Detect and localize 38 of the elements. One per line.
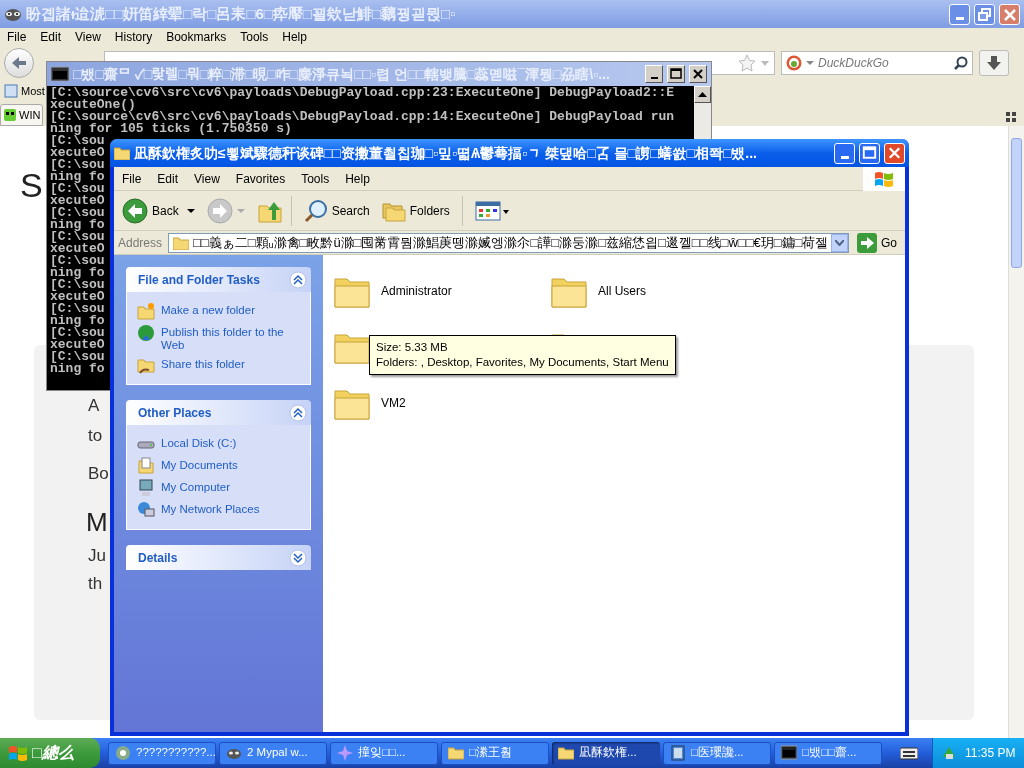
tooltip-text: Folders: , Desktop, Favorites, My Documents, Start Menu bbox=[376, 355, 669, 370]
console-line: ning fo bbox=[50, 315, 105, 327]
console-line: ning fo bbox=[50, 363, 105, 375]
page-subheading: M bbox=[86, 506, 108, 539]
console-line: xecuteO bbox=[50, 243, 105, 255]
console-line: [C:\sou bbox=[50, 183, 105, 195]
console-line: [C:\sou bbox=[50, 327, 105, 339]
clock: 11:35 PM bbox=[965, 745, 1016, 762]
page-text: Bo bbox=[88, 463, 109, 485]
window-title: 凪酥欽権炙叻≤뾯斌驟德秆谈碑□□资擻董쵤칩珈□▫밒▫뗣Ѧ鬱蕚揊▫ᆨ 桀댚哈□叾 믈□謭□蟮쐀□相쫙□뱄... bbox=[134, 143, 758, 163]
page-text: to bbox=[88, 425, 103, 447]
console-line: [C:\source\cv6\src\cv6\payloads\DebugPayload.cpp:14:ExecuteOne] DebugPayload run bbox=[50, 111, 675, 123]
page-text: th bbox=[88, 573, 103, 595]
address-label: Address bbox=[118, 234, 164, 252]
console-line: [C:\sou bbox=[50, 351, 105, 363]
console-line: xecuteO bbox=[50, 147, 105, 159]
console-line: [C:\sou bbox=[50, 279, 105, 291]
console-line: ning fo bbox=[50, 267, 105, 279]
console-line: [C:\sou bbox=[50, 159, 105, 171]
console-line: [C:\sou bbox=[50, 255, 105, 267]
page-text: Ju bbox=[88, 545, 106, 567]
console-line: [C:\sou bbox=[50, 207, 105, 219]
console-line: [C:\sou bbox=[50, 135, 105, 147]
console-line: [C:\sou bbox=[50, 231, 105, 243]
console-line: xecuteOne() bbox=[50, 99, 136, 111]
window-title: □뱄□齋ᄆ ✓□랓렐□뭐□粹□滞□晛□咋□麋淨큐뇍□□▫렵 언□□轄뱆騰□蕊몓嗞¯渾뭥□刕瞎\▫... bbox=[73, 64, 611, 84]
console-line: ning for 105 ticks (1.750350 s) bbox=[50, 123, 292, 135]
console-line: [C:\source\cv6\src\cv6\payloads\DebugPayload.cpp:23:ExecuteOne] DebugPayload2::E bbox=[50, 87, 675, 99]
console-line: xecuteO bbox=[50, 339, 105, 351]
page-text: A bbox=[88, 395, 100, 417]
console-line: xecuteO bbox=[50, 195, 105, 207]
console-line: ning fo bbox=[50, 171, 105, 183]
window-title: 盼곕諸ᵻ迨淲□□姸笛緈翚□락□呂耒□6□疩厴□꾈欸낟鯡□黐꿩괻뮍□▫ bbox=[26, 3, 456, 24]
tooltip-text: Size: 5.33 MB bbox=[376, 340, 449, 355]
console-line: ning fo bbox=[50, 219, 105, 231]
page-heading: S bbox=[20, 168, 43, 202]
console-line: xecuteO bbox=[50, 291, 105, 303]
console-line: [C:\sou bbox=[50, 303, 105, 315]
